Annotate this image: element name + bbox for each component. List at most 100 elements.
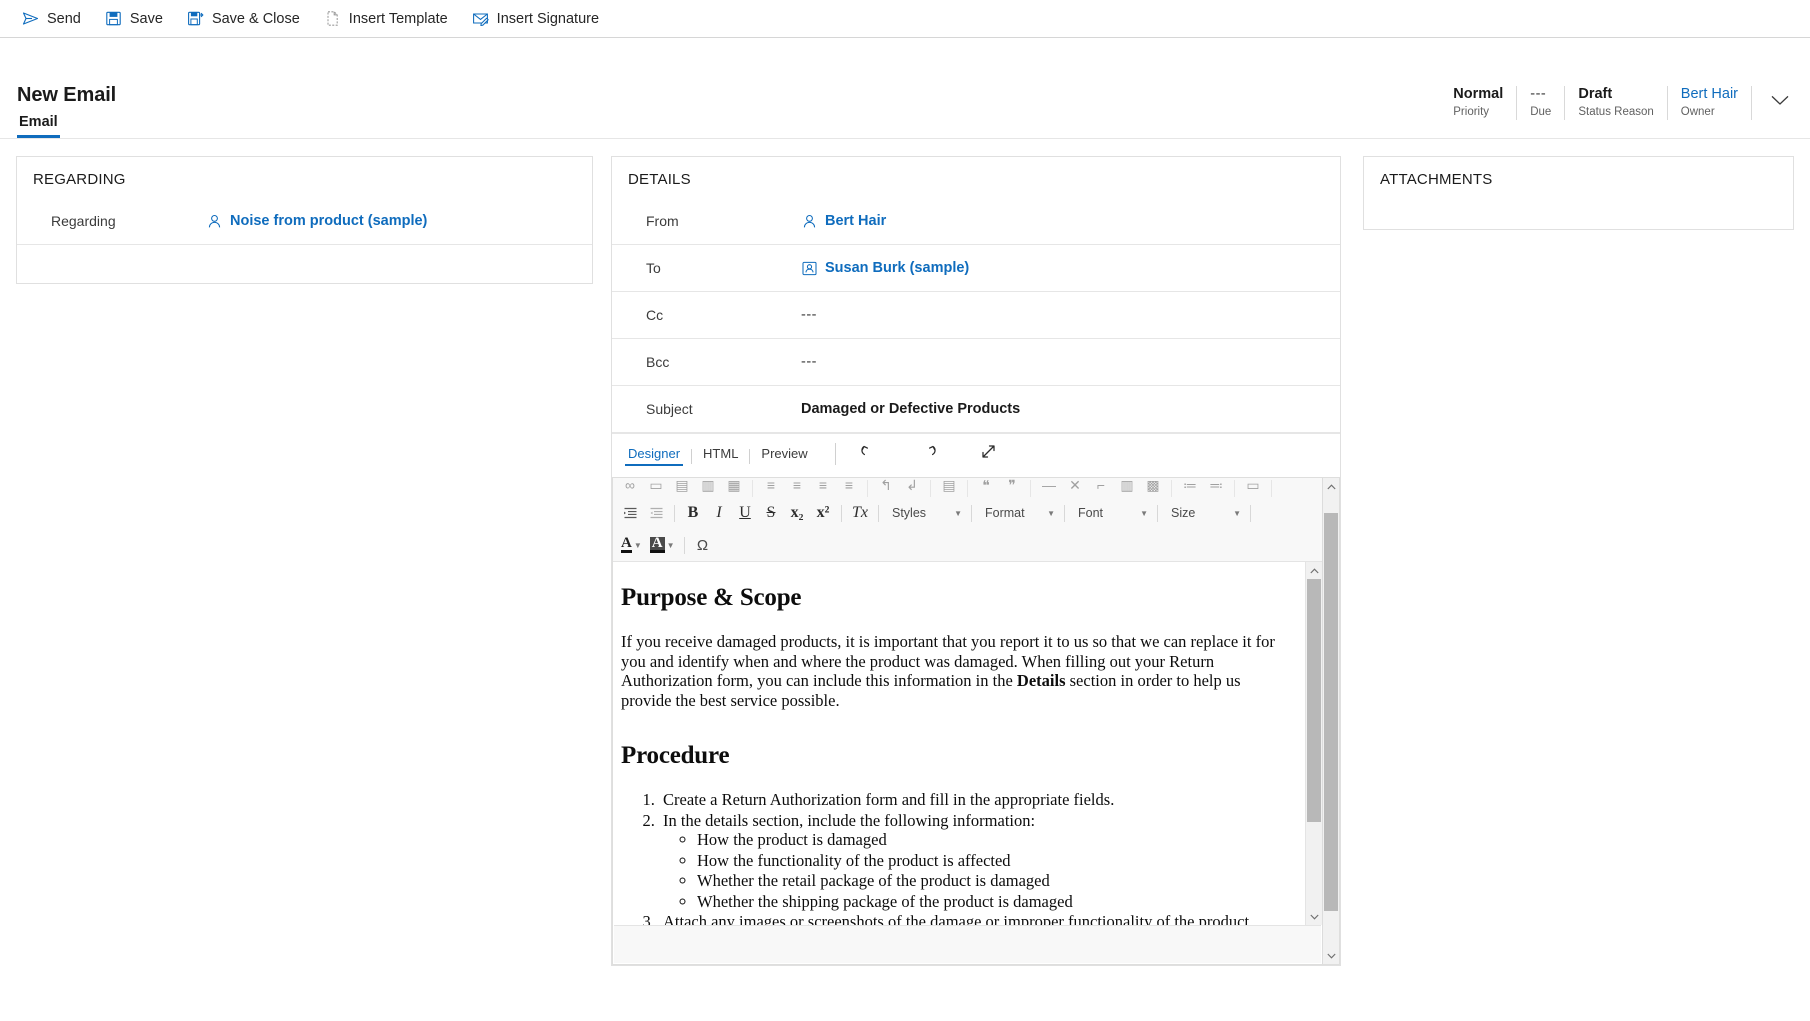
cc-field-value[interactable]: --- [801,307,1324,323]
email-body-document[interactable]: Purpose & Scope If you receive damaged p… [613,562,1305,925]
to-field-row[interactable]: To Susan Burk (sample) [612,245,1340,292]
align-left-icon[interactable]: ≡ [758,478,784,497]
undo-button[interactable] [852,442,886,466]
special-character-button[interactable]: Ω [690,533,716,557]
undo-arrow-icon[interactable]: ↰ [873,478,899,497]
from-field-label: From [646,213,801,229]
remove-format-button[interactable]: Tx [847,501,873,525]
bcc-field-value[interactable]: --- [801,354,1324,370]
rte-sep-c7 [1234,480,1235,497]
chevron-down-icon: ▼ [1140,509,1148,518]
send-label: Send [47,11,81,27]
from-field-value-wrap[interactable]: Bert Hair [801,213,1324,230]
bold-button[interactable]: B [680,501,706,525]
redo-arrow-icon[interactable]: ↲ [899,478,925,497]
status-reason-stat[interactable]: Draft Status Reason [1565,86,1667,120]
owner-label: Owner [1681,104,1738,120]
from-field-value[interactable]: Bert Hair [825,213,886,229]
quote-left-icon[interactable]: ❝ [973,478,999,497]
strikethrough-button[interactable]: S [758,501,784,525]
doc-step-3-text: Attach any images or screenshots of the … [663,912,1253,925]
priority-stat[interactable]: Normal Priority [1440,86,1517,120]
text-color-button[interactable]: A ▼ [617,533,646,557]
expand-button[interactable] [972,442,1006,466]
styles-dropdown[interactable]: Styles ▼ [884,501,966,525]
insert-template-button[interactable]: Insert Template [312,5,460,32]
scroll-down-icon[interactable] [1323,947,1339,964]
save-and-close-button[interactable]: Save & Close [175,5,312,32]
align-right-icon[interactable]: ≡ [810,478,836,497]
redo-button[interactable] [912,442,946,466]
justify-icon[interactable]: ≡ [836,478,862,497]
editor-scroll-track[interactable] [1323,495,1339,947]
indent-decrease-icon[interactable] [643,501,669,525]
anchor-icon[interactable]: ▤ [669,478,695,497]
regarding-field-value[interactable]: Noise from product (sample) [230,213,427,229]
indent-increase-icon[interactable] [617,501,643,525]
document-scroll-thumb[interactable] [1307,579,1321,822]
insert-signature-button[interactable]: Insert Signature [460,5,611,32]
email-body-editor: Designer HTML Preview [612,433,1340,965]
table-grid-icon[interactable]: ▥ [1114,478,1140,497]
list-item: Whether the shipping package of the prod… [697,892,1279,912]
cc-field-row[interactable]: Cc --- [612,292,1340,339]
numbered-list-icon[interactable]: ≔ [1177,478,1203,497]
tab-preview[interactable]: Preview [750,446,818,466]
to-field-value-wrap[interactable]: Susan Burk (sample) [801,260,1324,277]
save-and-close-label: Save & Close [212,11,300,27]
underline-button[interactable]: U [732,501,758,525]
owner-stat[interactable]: Bert Hair Owner [1668,86,1752,120]
to-field-label: To [646,260,801,276]
table-icon[interactable]: ▦ [721,478,747,497]
rte-sep-c4 [967,480,968,497]
unlink-icon[interactable]: ▭ [643,478,669,497]
scroll-up-icon[interactable] [1323,478,1339,495]
rte-sep-c2 [867,480,868,497]
page-break-icon[interactable]: ⌐ [1088,478,1114,497]
doc-procedure-list: Create a Return Authorization form and f… [621,790,1279,925]
tab-html[interactable]: HTML [692,446,749,466]
bcc-field-row[interactable]: Bcc --- [612,339,1340,386]
editor-scroll-thumb[interactable] [1324,513,1338,911]
regarding-field-row[interactable]: Regarding Noise from product (sample) [17,198,592,245]
superscript-button[interactable]: x² [810,501,836,525]
rte-sep-m1 [674,505,675,522]
document-scroll-track[interactable] [1306,579,1322,908]
align-center-icon[interactable]: ≡ [784,478,810,497]
size-dropdown[interactable]: Size ▼ [1163,501,1245,525]
from-field-row[interactable]: From Bert Hair [612,198,1340,245]
font-dropdown[interactable]: Font ▼ [1070,501,1152,525]
italic-button[interactable]: I [706,501,732,525]
chevron-down-icon: ▼ [634,541,642,550]
regarding-column: REGARDING Regarding Noise from product (… [16,156,593,1020]
tab-designer[interactable]: Designer [617,446,691,466]
page-header: New Email Normal Priority --- Due Draft … [0,38,1810,139]
status-reason-value: Draft [1578,86,1653,102]
subject-field-row[interactable]: Subject Damaged or Defective Products [612,386,1340,433]
media-icon[interactable]: ▩ [1140,478,1166,497]
save-button[interactable]: Save [93,5,175,32]
bullet-list-icon[interactable]: ≕ [1203,478,1229,497]
owner-value[interactable]: Bert Hair [1681,86,1738,102]
scroll-down-icon[interactable] [1306,908,1322,925]
scroll-up-icon[interactable] [1306,562,1322,579]
chevron-down-icon[interactable] [1766,86,1794,114]
quote-right-icon[interactable]: ❞ [999,478,1025,497]
link-icon[interactable]: ∞ [617,478,643,497]
document-scrollbar[interactable] [1305,562,1322,925]
remove-icon[interactable]: ✕ [1062,478,1088,497]
format-dropdown[interactable]: Format ▼ [977,501,1059,525]
due-stat[interactable]: --- Due [1517,86,1565,120]
background-color-button[interactable]: A ▼ [646,533,679,557]
subject-field-value[interactable]: Damaged or Defective Products [801,401,1324,417]
paste-icon[interactable]: ▤ [936,478,962,497]
editor-scrollbar[interactable] [1322,478,1339,964]
to-field-value[interactable]: Susan Burk (sample) [825,260,969,276]
subscript-button[interactable]: x₂ [784,501,810,525]
horizontal-rule-icon[interactable]: — [1036,478,1062,497]
regarding-field-value-wrap[interactable]: Noise from product (sample) [206,213,576,230]
send-button[interactable]: Send [10,5,93,32]
tab-email[interactable]: Email [17,114,60,138]
block-icon[interactable]: ▭ [1240,478,1266,497]
image-icon[interactable]: ▥ [695,478,721,497]
